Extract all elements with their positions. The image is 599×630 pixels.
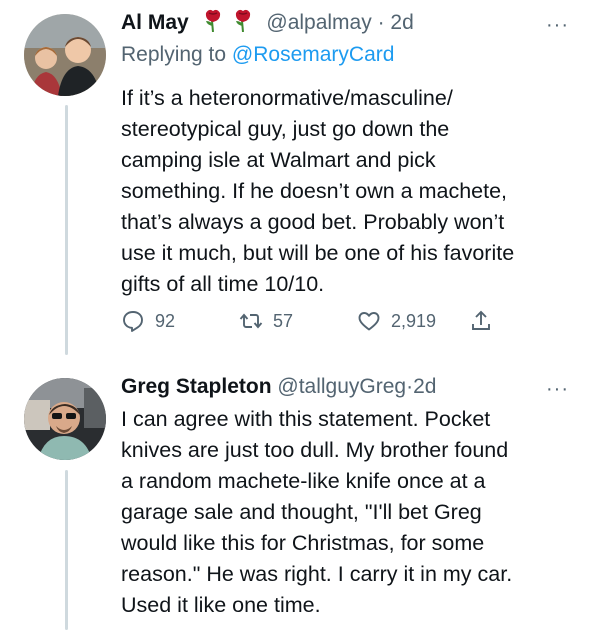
- tweet-line: camping isle at Walmart and pick: [121, 148, 436, 172]
- avatar-photo: [24, 378, 106, 460]
- tweet-line: knives are just too dull. My brother fou…: [121, 438, 509, 462]
- author-handle[interactable]: @tallguyGreg: [277, 375, 406, 398]
- tweet-line: garage sale and thought, "I'll bet Greg: [121, 500, 482, 524]
- tweet-line: If it’s a heteronormative/masculine/: [121, 86, 453, 110]
- tweet-line: use it much, but will be one of his favo…: [121, 241, 515, 265]
- tweet-line: a random machete-like knife once at a: [121, 469, 486, 493]
- share-icon: [472, 310, 490, 330]
- reply-icon: [123, 311, 143, 332]
- tweet-al-may[interactable]: Al May @alpalmay · 2d ··· Replying to @R…: [0, 0, 599, 360]
- reply-count: 92: [155, 310, 176, 331]
- tweet-line: something. If he doesn’t own a machete,: [121, 179, 508, 203]
- tweet-line: that’s always a good bet. Probably won’t: [121, 210, 505, 234]
- retweet-icon: [239, 313, 263, 329]
- tweet-line: Used it like one time.: [121, 593, 321, 617]
- tweet-actions: 92 57 2,919: [121, 309, 521, 339]
- replying-to-handle[interactable]: @RosemaryCard: [232, 43, 395, 66]
- author-handle[interactable]: @alpalmay: [266, 11, 371, 34]
- replying-to-label: Replying to: [121, 43, 232, 66]
- timestamp[interactable]: 2d: [390, 11, 413, 34]
- author-name[interactable]: Al May: [121, 11, 189, 34]
- tweet-header: Greg Stapleton @tallguyGreg·2d: [121, 374, 436, 400]
- tweet-text: If it’s a heteronormative/masculine/ ste…: [121, 83, 581, 300]
- author-name[interactable]: Greg Stapleton: [121, 375, 272, 398]
- retweet-count: 57: [273, 310, 294, 331]
- more-options-icon[interactable]: ···: [546, 378, 569, 401]
- tweet-text: I can agree with this statement. Pocket …: [121, 404, 581, 621]
- tweet-line: stereotypical guy, just go down the: [121, 117, 450, 141]
- reply-button[interactable]: 92: [121, 309, 175, 333]
- retweet-button[interactable]: 57: [239, 309, 293, 333]
- tweet-greg-stapleton[interactable]: Greg Stapleton @tallguyGreg·2d ··· I can…: [0, 360, 599, 630]
- tweet-header: Al May @alpalmay · 2d: [121, 8, 414, 39]
- rose-icon: [201, 8, 259, 39]
- timestamp[interactable]: 2d: [413, 375, 436, 398]
- avatar-photo: [24, 14, 106, 96]
- avatar[interactable]: [24, 14, 106, 96]
- tweet-line: I can agree with this statement. Pocket: [121, 407, 491, 431]
- replying-to: Replying to @RosemaryCard: [121, 42, 394, 68]
- tweet-line: would like this for Christmas, for some: [121, 531, 485, 555]
- separator-dot: ·: [377, 11, 385, 34]
- like-icon: [358, 312, 380, 331]
- share-button[interactable]: [469, 309, 493, 333]
- avatar[interactable]: [24, 378, 106, 460]
- like-count: 2,919: [391, 310, 437, 331]
- tweet-line: gifts of all time 10/10.: [121, 272, 325, 296]
- like-button[interactable]: 2,919: [357, 309, 436, 333]
- more-options-icon[interactable]: ···: [546, 14, 569, 37]
- tweet-line: reason." He was right. I carry it in my …: [121, 562, 513, 586]
